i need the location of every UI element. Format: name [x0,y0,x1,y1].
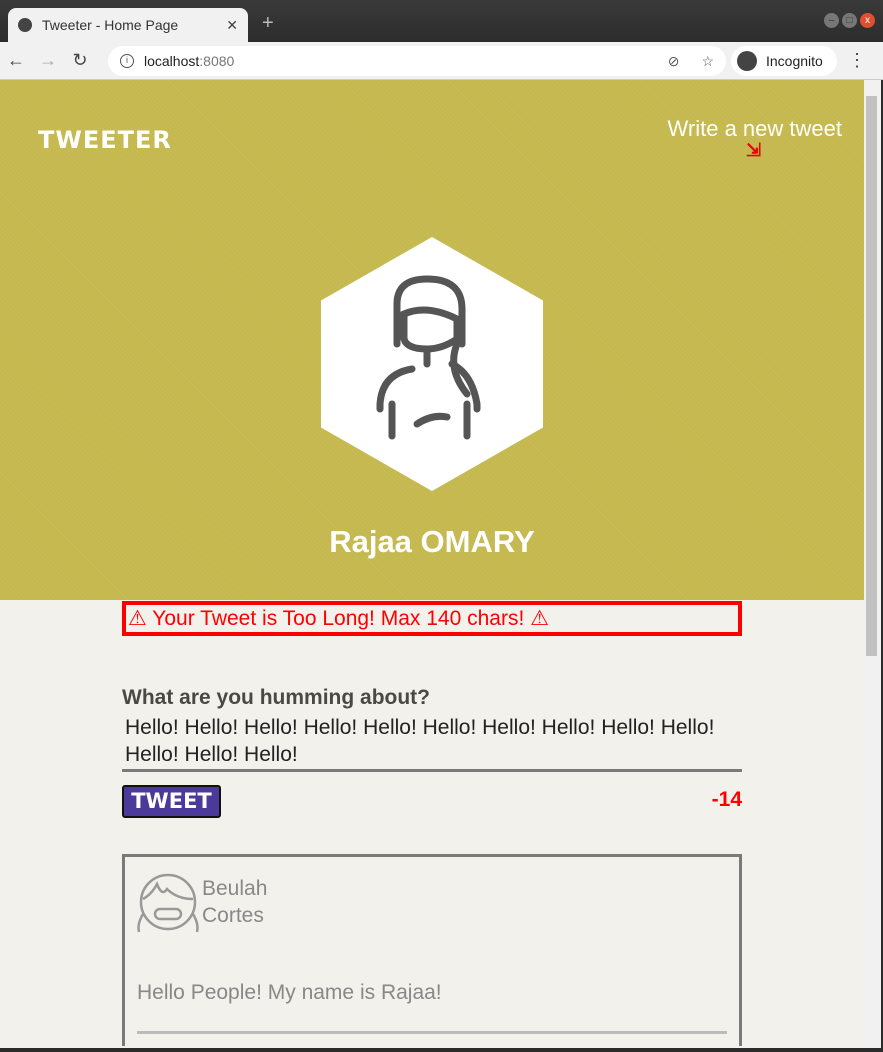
browser-toolbar: ← → ↻ i localhost:8080 ⊘ ☆ Incognito ⋮ [0,42,883,80]
girl-avatar-icon [137,873,199,933]
back-button[interactable]: ← [0,50,32,71]
write-new-tweet-link[interactable]: Write a new tweet [668,116,842,142]
address-bar[interactable]: i localhost:8080 ⊘ ☆ [108,46,726,76]
divider [137,1031,727,1034]
incognito-button[interactable]: Incognito [731,46,837,76]
close-tab-icon[interactable]: ✕ [226,17,238,34]
tweet-author: Beulah Cortes [202,875,267,929]
tweet-button[interactable]: TWEET [122,785,221,818]
scrollbar[interactable] [864,80,881,1048]
url-host: localhost [144,53,200,69]
info-icon[interactable]: i [120,54,134,68]
tweet-textarea[interactable]: Hello! Hello! Hello! Hello! Hello! Hello… [122,714,742,772]
reload-button[interactable]: ↻ [64,50,96,71]
minimize-button[interactable]: – [824,13,839,28]
maximize-button[interactable]: □ [842,13,857,28]
woman-avatar-icon [376,275,481,440]
author-last-name: Cortes [202,904,264,927]
close-window-button[interactable]: x [860,13,875,28]
double-chevron-down-icon[interactable]: ⇲ [746,140,761,161]
tab-title: Tweeter - Home Page [42,17,179,33]
scrollbar-thumb[interactable] [866,96,877,656]
menu-icon[interactable]: ⋮ [848,50,866,71]
logo[interactable]: TWEETER [38,126,172,154]
new-tab-button[interactable]: + [262,12,274,35]
compose-label: What are you humming about? [122,686,430,709]
user-name: Rajaa OMARY [329,524,535,559]
star-icon[interactable]: ☆ [701,53,714,70]
globe-icon [18,18,32,32]
avatar [321,237,543,491]
tweet-text: Hello People! My name is Rajaa! [137,981,442,1004]
tweet-card: Beulah Cortes Hello People! My name is Ra… [122,854,742,1046]
page: TWEETER Write a new tweet ⇲ Rajaa OMARY … [0,80,864,1048]
eye-off-icon[interactable]: ⊘ [668,53,680,70]
char-counter: -14 [711,788,742,811]
url-port: :8080 [199,53,235,69]
forward-button[interactable]: → [32,50,64,71]
author-first-name: Beulah [202,877,268,900]
profile-header: TWEETER Write a new tweet ⇲ Rajaa OMARY [0,80,864,600]
title-bar: Tweeter - Home Page ✕ + – □ x [0,0,883,42]
profile-label: Incognito [766,53,823,69]
incognito-icon [737,51,757,71]
error-message: ⚠ Your Tweet is Too Long! Max 140 chars!… [122,601,742,636]
browser-tab[interactable]: Tweeter - Home Page ✕ [8,8,248,42]
